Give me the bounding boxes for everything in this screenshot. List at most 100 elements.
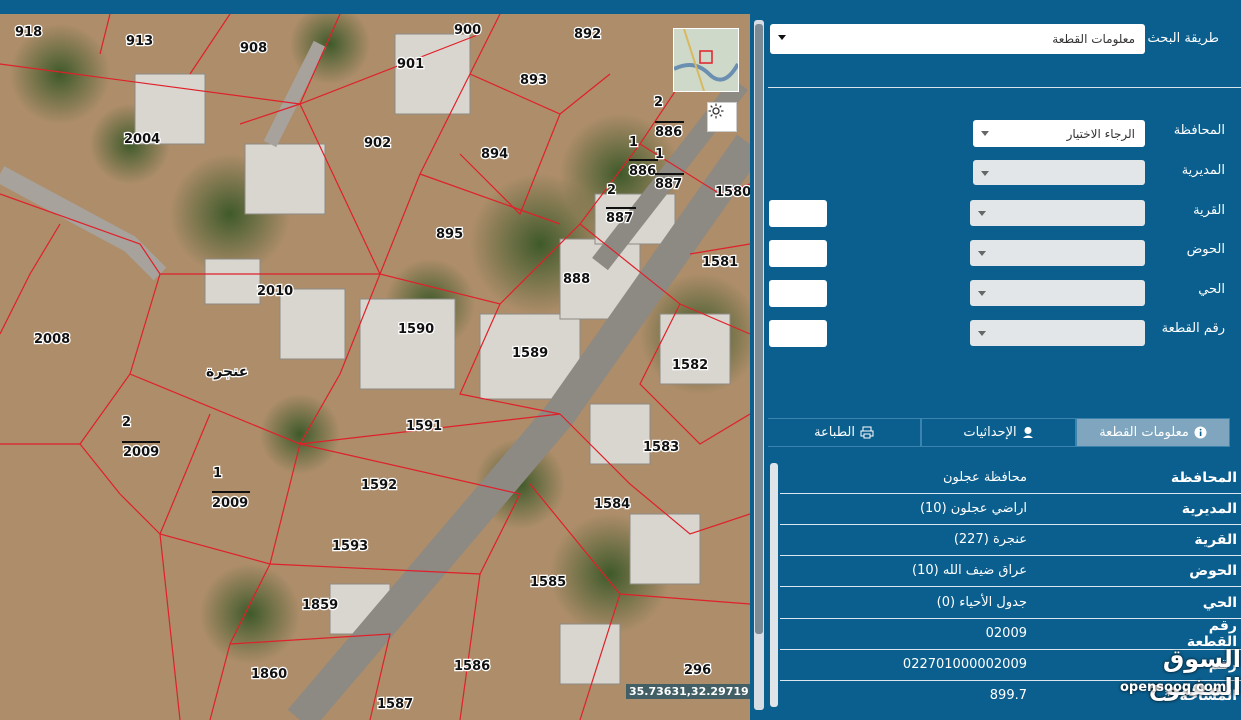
info-row: المحافظة محافظة عجلون bbox=[780, 462, 1241, 494]
parcel-label: 908 bbox=[240, 41, 267, 56]
chevron-down-icon bbox=[778, 35, 786, 40]
parcel-label: 1860 bbox=[251, 667, 287, 682]
parcel-label: 2004 bbox=[124, 132, 160, 147]
directorate-select[interactable] bbox=[973, 160, 1145, 185]
parcel-label: 913 bbox=[126, 34, 153, 49]
basin-code-input[interactable] bbox=[769, 240, 827, 267]
parcel-label: 1593 bbox=[332, 539, 368, 554]
map-scrollbar-thumb[interactable] bbox=[755, 24, 763, 634]
parcel-number-label: رقم القطعة bbox=[1161, 321, 1225, 336]
map-canvas[interactable]: 918 913 908 900 892 901 893 2004 902 894… bbox=[0, 14, 750, 720]
tab-parcel-info[interactable]: معلومات القطعة bbox=[1076, 418, 1230, 447]
basemap-toggle-button[interactable] bbox=[707, 102, 737, 132]
parcel-label: 1581 bbox=[702, 255, 738, 270]
search-method-value: معلومات القطعة bbox=[1052, 32, 1135, 46]
parcel-label: 2009 bbox=[123, 445, 159, 460]
info-value: عنجرة (227) bbox=[953, 532, 1027, 547]
directorate-label: المديرية bbox=[1181, 163, 1225, 178]
cursor-coordinates: 35.73631,32.29719 bbox=[626, 684, 750, 699]
opensooq-url: opensooq.com bbox=[1120, 680, 1227, 695]
village-select[interactable] bbox=[970, 200, 1145, 226]
divider bbox=[768, 87, 1241, 88]
parcel-label: 902 bbox=[364, 136, 391, 151]
info-value: 02009 bbox=[985, 626, 1027, 641]
parcel-sub-label: 2 bbox=[122, 415, 131, 430]
parcel-label: 1592 bbox=[361, 478, 397, 493]
info-value: جدول الأحياء (0) bbox=[936, 595, 1027, 610]
parcel-label: 1591 bbox=[406, 419, 442, 434]
map-pin-icon bbox=[1022, 427, 1033, 438]
governorate-placeholder: الرجاء الاختيار bbox=[1066, 126, 1135, 141]
parcel-label: 296 bbox=[684, 663, 711, 678]
info-scrollbar[interactable] bbox=[770, 463, 778, 707]
district-code-input[interactable] bbox=[769, 280, 827, 307]
info-value: عراق ضيف الله (10) bbox=[912, 563, 1027, 578]
parcel-number-input[interactable] bbox=[769, 320, 827, 347]
parcel-label: 888 bbox=[563, 272, 590, 287]
overview-minimap[interactable] bbox=[673, 28, 739, 92]
parcel-label: 901 bbox=[397, 57, 424, 72]
parcel-label: 886 bbox=[655, 125, 682, 140]
chevron-down-icon bbox=[978, 251, 986, 256]
parcel-sub-label: 2 bbox=[654, 95, 663, 110]
info-row: المديرية اراضي عجلون (10) bbox=[780, 493, 1241, 525]
info-key: الحي bbox=[1202, 594, 1237, 611]
parcel-label: 2010 bbox=[257, 284, 293, 299]
parcel-label: 892 bbox=[574, 27, 601, 42]
parcel-sub-label: 1 bbox=[629, 135, 638, 150]
search-method-label: طريقة البحث bbox=[1147, 31, 1219, 46]
parcel-number-select[interactable] bbox=[970, 320, 1145, 346]
parcel-label: 1590 bbox=[398, 322, 434, 337]
parcel-label: 1587 bbox=[377, 697, 413, 712]
chevron-down-icon bbox=[981, 171, 989, 176]
basin-select[interactable] bbox=[970, 240, 1145, 266]
tab-print[interactable]: الطباعة bbox=[768, 418, 921, 447]
parcel-label: 2009 bbox=[212, 496, 248, 511]
tab-label: الإحداثيات bbox=[963, 425, 1017, 440]
tab-label: الطباعة bbox=[814, 425, 855, 440]
parcel-label: 1582 bbox=[672, 358, 708, 373]
parcel-label: 1580 bbox=[715, 185, 750, 200]
parcel-label: 900 bbox=[454, 23, 481, 38]
info-row: القرية عنجرة (227) bbox=[780, 524, 1241, 556]
printer-icon bbox=[860, 426, 874, 439]
parcel-label: 886 bbox=[629, 164, 656, 179]
sun-icon bbox=[708, 103, 724, 119]
basin-label: الحوض bbox=[1186, 242, 1225, 257]
info-value: اراضي عجلون (10) bbox=[919, 501, 1027, 516]
parcel-label: 887 bbox=[655, 177, 682, 192]
district-select[interactable] bbox=[970, 280, 1145, 306]
info-key: المديرية bbox=[1181, 500, 1237, 517]
parcel-map[interactable]: 918 913 908 900 892 901 893 2004 902 894… bbox=[0, 14, 750, 720]
parcel-label: 1589 bbox=[512, 346, 548, 361]
parcel-label: 887 bbox=[606, 211, 633, 226]
parcel-label: 1583 bbox=[643, 440, 679, 455]
info-icon bbox=[1194, 426, 1207, 439]
top-bar bbox=[0, 0, 1241, 14]
parcel-label: 1586 bbox=[454, 659, 490, 674]
parcel-label: 894 bbox=[481, 147, 508, 162]
village-code-input[interactable] bbox=[769, 200, 827, 227]
governorate-label: المحافظة bbox=[1173, 123, 1225, 138]
village-label: عنجرة bbox=[206, 364, 248, 380]
info-key: القرية bbox=[1194, 531, 1237, 548]
parcel-label: 895 bbox=[436, 227, 463, 242]
info-key: المحافظة bbox=[1170, 469, 1237, 486]
chevron-down-icon bbox=[978, 291, 986, 296]
parcel-label: 918 bbox=[15, 25, 42, 40]
village-label: القرية bbox=[1193, 203, 1225, 218]
parcel-sub-label: 2 bbox=[607, 183, 616, 198]
parcel-label: 1584 bbox=[594, 497, 630, 512]
parcel-label: 1585 bbox=[530, 575, 566, 590]
parcel-sub-label: 1 bbox=[213, 466, 222, 481]
district-label: الحي bbox=[1198, 282, 1225, 297]
search-method-select[interactable]: معلومات القطعة bbox=[770, 24, 1145, 54]
chevron-down-icon bbox=[978, 331, 986, 336]
parcel-label: 2008 bbox=[34, 332, 70, 347]
info-row: الحوض عراق ضيف الله (10) bbox=[780, 555, 1241, 587]
tab-coordinates[interactable]: الإحداثيات bbox=[921, 418, 1076, 447]
parcel-label: 1859 bbox=[302, 598, 338, 613]
info-key: الحوض bbox=[1189, 562, 1237, 579]
governorate-select[interactable]: الرجاء الاختيار bbox=[973, 120, 1145, 147]
chevron-down-icon bbox=[978, 211, 986, 216]
